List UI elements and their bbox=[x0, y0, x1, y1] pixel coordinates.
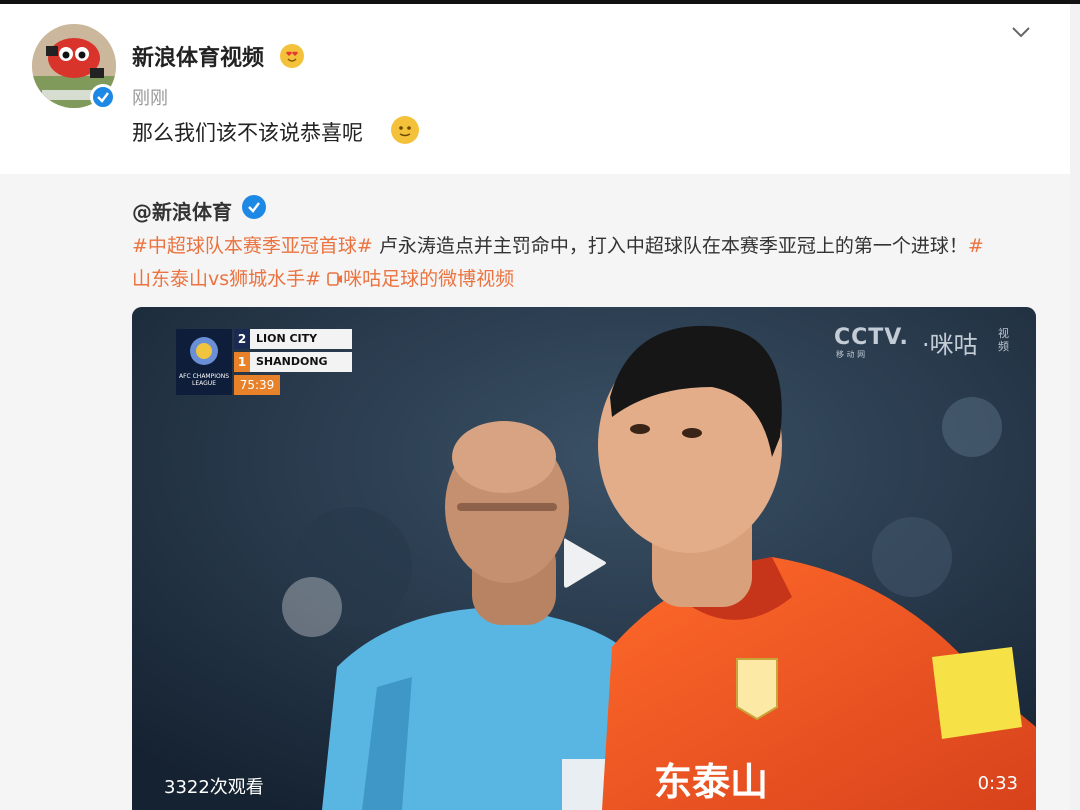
repost-text: 卢永涛造点并主罚命中，打入中超球队在本赛季亚冠上的第一个进球！ bbox=[372, 235, 968, 257]
topic-tag-link[interactable]: # bbox=[968, 235, 984, 257]
smile-emoji-icon bbox=[391, 116, 419, 144]
scrollbar[interactable] bbox=[1070, 4, 1080, 810]
team2-score: 1 bbox=[234, 352, 250, 372]
match-clock: 75:39 bbox=[234, 375, 280, 395]
video-link-icon bbox=[327, 270, 343, 286]
scoreboard-team2: 1 SHANDONG bbox=[234, 352, 352, 372]
view-count: 3322次观看 bbox=[164, 777, 264, 798]
repost-text-line1: #中超球队本赛季亚冠首球# 卢永涛造点并主罚命中，打入中超球队在本赛季亚冠上的第… bbox=[132, 231, 984, 258]
team1-name: LION CITY bbox=[256, 332, 318, 345]
scoreboard: AFC CHAMPIONS LEAGUE 2 LION CITY 1 SHAND… bbox=[176, 329, 352, 395]
heart-eyes-emoji-icon bbox=[280, 44, 304, 68]
video-duration: 0:33 bbox=[977, 773, 1018, 794]
migu-watermark-sub: 视频 bbox=[998, 327, 1009, 353]
jersey-text: 东泰山 bbox=[654, 760, 769, 804]
post-header: 新浪体育视频 刚刚 那么我们该不该说恭喜呢 bbox=[0, 4, 1070, 174]
post-time: 刚刚 bbox=[132, 88, 168, 109]
team1-score: 2 bbox=[234, 329, 250, 349]
repost-text-line2: 山东泰山vs狮城水手# 咪咕足球的微博视频 bbox=[132, 264, 514, 291]
cctv-watermark: CCTV. bbox=[834, 325, 909, 350]
scoreboard-team1: 2 LION CITY bbox=[234, 329, 352, 349]
verified-icon bbox=[242, 195, 266, 219]
repost-username[interactable]: @新浪体育 bbox=[132, 196, 232, 225]
league-text: AFC CHAMPIONS LEAGUE bbox=[178, 373, 230, 387]
migu-watermark: ·咪咕 bbox=[922, 331, 978, 359]
play-icon[interactable] bbox=[560, 535, 608, 591]
afc-champions-league-logo: AFC CHAMPIONS LEAGUE bbox=[176, 329, 232, 395]
video-source-link[interactable]: 咪咕足球的微博视频 bbox=[343, 268, 514, 290]
chevron-down-icon[interactable] bbox=[1010, 24, 1032, 40]
topic-tag-link[interactable]: 山东泰山vs狮城水手# bbox=[132, 268, 321, 290]
post-text-content: 那么我们该不该说恭喜呢 bbox=[132, 121, 363, 145]
cctv-watermark-sub: 移 动 网 bbox=[836, 350, 866, 359]
team2-name: SHANDONG bbox=[256, 355, 328, 368]
video-player[interactable]: AFC CHAMPIONS LEAGUE 2 LION CITY 1 SHAND… bbox=[132, 307, 1036, 810]
verified-icon bbox=[90, 84, 116, 110]
post-username[interactable]: 新浪体育视频 bbox=[132, 40, 264, 72]
post-text: 那么我们该不该说恭喜呢 bbox=[132, 117, 363, 147]
topic-tag-link[interactable]: #中超球队本赛季亚冠首球# bbox=[132, 235, 373, 257]
